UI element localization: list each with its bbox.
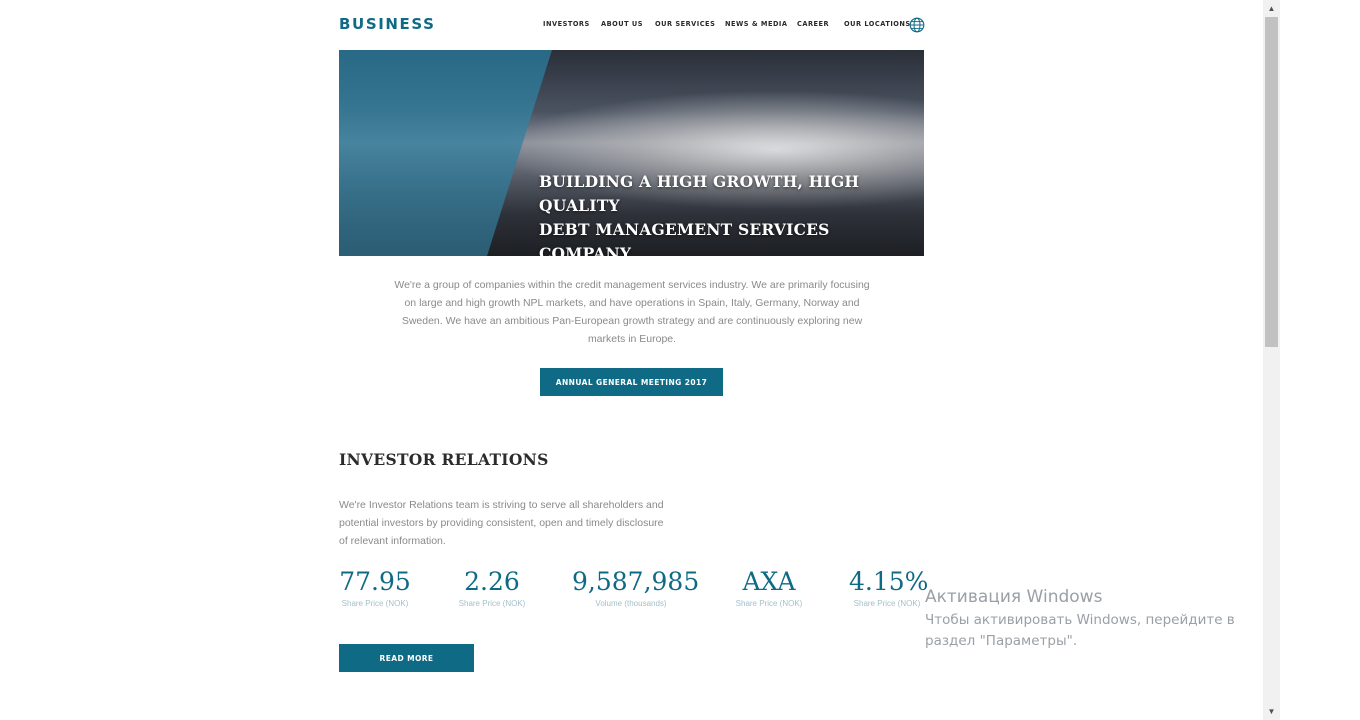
vertical-scrollbar[interactable]: ▲ ▼ <box>1263 0 1280 720</box>
hero-title-line-2: DEBT MANAGEMENT SERVICES COMPANY <box>539 220 830 256</box>
hero-banner: BUILDING A HIGH GROWTH, HIGH QUALITY DEB… <box>339 50 924 256</box>
watermark-line-3: раздел "Параметры". <box>925 633 1078 649</box>
site-logo[interactable]: BUSINESS <box>339 15 436 33</box>
agm-button[interactable]: ANNUAL GENERAL MEETING 2017 <box>540 368 723 396</box>
intro-text: We're a group of companies within the cr… <box>394 279 870 345</box>
nav-our-locations[interactable]: OUR LOCATIONS <box>844 20 911 28</box>
stat-value: 4.15% <box>849 567 929 596</box>
stat-volume: 9,587,985 Volume (thousands) <box>572 566 700 608</box>
investor-relations-title: INVESTOR RELATIONS <box>339 450 549 469</box>
hero-title-line-1: BUILDING A HIGH GROWTH, HIGH QUALITY <box>539 172 860 215</box>
stat-share-price-1: 77.95 Share Price (NOK) <box>339 566 411 608</box>
nav-career[interactable]: CAREER <box>797 20 829 28</box>
scrollbar-thumb[interactable] <box>1265 17 1278 347</box>
stat-share-price-2: 2.26 Share Price (NOK) <box>456 566 528 608</box>
stat-label: Share Price (NOK) <box>458 599 526 608</box>
stat-label: Share Price (NOK) <box>853 599 921 608</box>
stat-value: AXA <box>742 567 796 596</box>
stat-share-price-3: AXA Share Price (NOK) <box>733 566 805 608</box>
stat-value: 2.26 <box>464 567 520 596</box>
stat-value: 77.95 <box>339 567 411 596</box>
stat-label: Share Price (NOK) <box>341 599 409 608</box>
investor-relations-text: We're Investor Relations team is strivin… <box>339 499 664 547</box>
watermark-line-2: Чтобы активировать Windows, перейдите в <box>925 612 1235 628</box>
stat-label: Share Price (NOK) <box>735 599 803 608</box>
scroll-down-arrow-icon[interactable]: ▼ <box>1263 703 1280 720</box>
nav-investors[interactable]: INVESTORS <box>543 20 590 28</box>
scroll-up-arrow-icon[interactable]: ▲ <box>1263 0 1280 17</box>
windows-activation-watermark: Активация Windows Чтобы активировать Win… <box>925 586 1235 652</box>
watermark-title: Активация Windows <box>925 587 1103 607</box>
nav-our-services[interactable]: OUR SERVICES <box>655 20 715 28</box>
nav-about-us[interactable]: ABOUT US <box>601 20 643 28</box>
stat-value: 9,587,985 <box>572 567 700 596</box>
stat-label: Volume (thousands) <box>595 599 667 608</box>
hero-title: BUILDING A HIGH GROWTH, HIGH QUALITY DEB… <box>539 170 919 256</box>
read-more-button[interactable]: READ MORE <box>339 644 474 672</box>
globe-icon[interactable] <box>909 17 925 33</box>
stat-share-price-4: 4.15% Share Price (NOK) <box>849 566 929 608</box>
nav-news-media[interactable]: NEWS & MEDIA <box>725 20 787 28</box>
